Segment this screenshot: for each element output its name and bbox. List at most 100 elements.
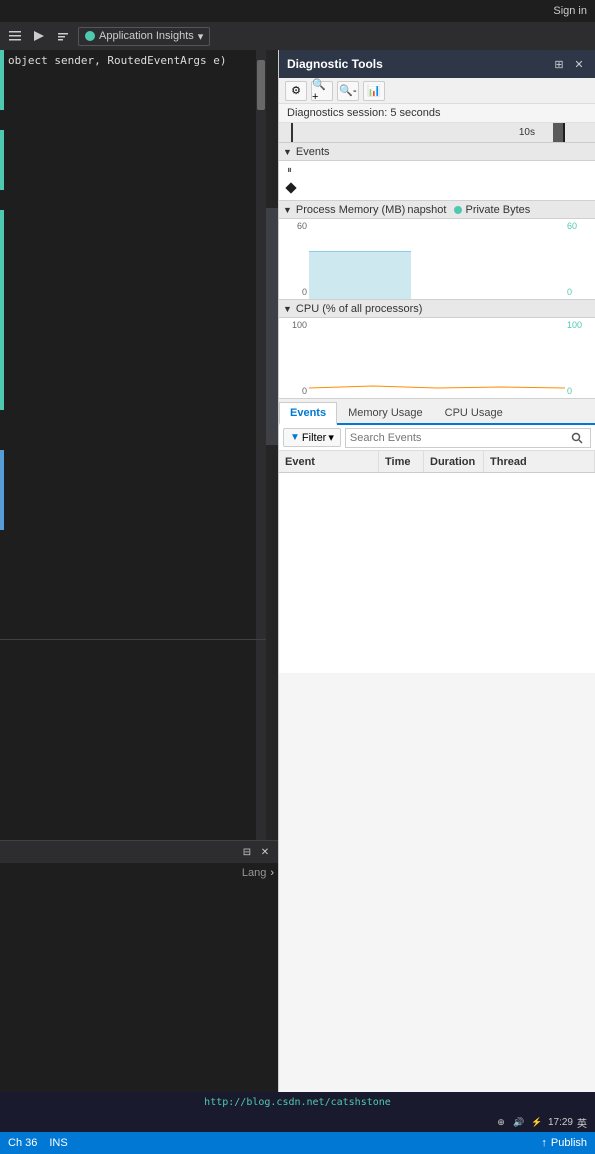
cpu-y-right: 100 0 (565, 318, 595, 398)
app-insights-dot (85, 31, 95, 41)
left-scrollbar[interactable] (256, 50, 266, 840)
taskbar-icon-battery: ⚡ (530, 1115, 544, 1129)
status-ch: Ch 36 (8, 1137, 37, 1149)
search-icon (571, 432, 583, 444)
publish-button[interactable]: ↑ Publish (541, 1137, 587, 1149)
bottom-panel-header: ⊟ ✕ (0, 841, 278, 863)
zoom-in-button[interactable]: 🔍+ (311, 81, 333, 101)
search-icon-button[interactable] (568, 429, 586, 447)
timeline-10s-label: 10s (519, 127, 535, 138)
timeline-start-tick (291, 123, 293, 142)
col-duration: Duration (424, 451, 484, 472)
memory-legend-container: Private Bytes (454, 204, 530, 216)
col-event: Event (279, 451, 379, 472)
app-insights-label: Application Insights (99, 30, 194, 42)
lang-arrow: › (270, 867, 274, 879)
search-input[interactable] (350, 432, 568, 444)
diag-toolbar: ⚙ 🔍+ 🔍- 📊 (279, 78, 595, 104)
memory-chart: 60 0 60 0 (279, 219, 595, 299)
events-row-1: ⏸ (279, 161, 595, 179)
memory-y-right: 60 0 (565, 219, 595, 299)
diag-session: Diagnostics session: 5 seconds (279, 104, 595, 123)
memory-max-right: 60 (567, 221, 593, 231)
cpu-collapse-arrow: ▼ (283, 304, 292, 314)
memory-section-header[interactable]: ▼ Process Memory (MB) napshot Private By… (279, 201, 595, 219)
tabs-bar: Events Memory Usage CPU Usage (279, 399, 595, 425)
events-chart: ⏸ (279, 161, 595, 201)
sign-in-button[interactable]: Sign in (553, 5, 587, 17)
menu-icon-3[interactable] (52, 25, 74, 47)
memory-min-right: 0 (567, 287, 593, 297)
taskbar-area: ⊕ 🔊 ⚡ 17:29 英 (0, 1112, 595, 1132)
diag-header: Diagnostic Tools ⊞ ✕ (279, 50, 595, 78)
status-right: ↑ Publish (541, 1137, 587, 1149)
events-row-2 (279, 179, 595, 197)
pause-icon: ⏸ (287, 165, 292, 176)
bottom-panel-header-icons: ⊟ ✕ (240, 845, 272, 859)
mini-map (266, 50, 278, 840)
memory-snapshot-label: napshot (407, 204, 446, 216)
search-box (345, 428, 591, 448)
indicator-green-bottom (0, 210, 4, 410)
events-section-header[interactable]: ▼ Events (279, 143, 595, 161)
main-area: object sender, RoutedEventArgs e) ⊟ ✕ (0, 50, 595, 1118)
cpu-chart-svg (309, 318, 565, 398)
indicator-blue (0, 450, 4, 530)
mini-map-highlight (266, 208, 278, 445)
cpu-label: CPU (% of all processors) (296, 303, 423, 315)
taskbar-icon-network: ⊕ (494, 1115, 508, 1129)
indicator-green-top (0, 50, 4, 110)
cpu-section: ▼ CPU (% of all processors) 100 0 100 0 (279, 300, 595, 399)
filter-icon: ▼ (290, 432, 300, 443)
tab-memory-usage[interactable]: Memory Usage (337, 402, 434, 423)
code-editor: object sender, RoutedEventArgs e) (0, 50, 278, 840)
time-display: 17:29 (548, 1117, 573, 1128)
events-diamond (285, 182, 296, 193)
cpu-max-right: 100 (567, 320, 593, 330)
cpu-y-left: 100 0 (279, 318, 309, 398)
menu-icon-2[interactable] (28, 25, 50, 47)
close-panel-icon[interactable]: ✕ (258, 845, 272, 859)
zoom-out-button[interactable]: 🔍- (337, 81, 359, 101)
app-insights-button[interactable]: Application Insights ▾ (78, 27, 210, 46)
memory-legend-label: Private Bytes (465, 204, 530, 216)
indicator-green-mid (0, 130, 4, 190)
session-text: Diagnostics session: 5 seconds (287, 107, 440, 119)
publish-label: Publish (551, 1137, 587, 1149)
timeline-bar: 10s (279, 123, 595, 143)
cpu-min-left: 0 (281, 386, 307, 396)
tab-events[interactable]: Events (279, 402, 337, 425)
pin-icon[interactable]: ⊟ (240, 845, 254, 859)
menu-icon-1[interactable] (4, 25, 26, 47)
chart-button[interactable]: 📊 (363, 81, 385, 101)
cpu-chart-plot (309, 318, 565, 398)
memory-legend-dot (454, 206, 462, 214)
settings-button[interactable]: ⚙ (285, 81, 307, 101)
watermark-bar: http://blog.csdn.net/catshstone (0, 1092, 595, 1112)
status-left: Ch 36 INS (8, 1137, 68, 1149)
events-label: Events (296, 146, 330, 158)
status-ins: INS (49, 1137, 67, 1149)
watermark-url: http://blog.csdn.net/catshstone (204, 1097, 391, 1108)
events-collapse-arrow: ▼ (283, 147, 292, 157)
cpu-min-right: 0 (567, 386, 593, 396)
cpu-chart: 100 0 100 0 (279, 318, 595, 398)
memory-fill (309, 251, 411, 299)
pin-diag-icon[interactable]: ⊞ (551, 56, 567, 72)
status-bar: Ch 36 INS ↑ Publish (0, 1132, 595, 1154)
diag-header-icons: ⊞ ✕ (551, 56, 587, 72)
col-time: Time (379, 451, 424, 472)
menu-bar: Application Insights ▾ (0, 22, 595, 50)
cpu-section-header[interactable]: ▼ CPU (% of all processors) (279, 300, 595, 318)
table-header: Event Time Duration Thread (279, 451, 595, 473)
memory-max-left: 60 (281, 221, 307, 231)
filter-button[interactable]: ▼ Filter ▾ (283, 428, 341, 447)
menu-icons (4, 25, 74, 47)
code-line-1: object sender, RoutedEventArgs e) (0, 52, 278, 68)
diag-title: Diagnostic Tools (287, 57, 383, 71)
bottom-content: Lang › (0, 863, 278, 883)
col-thread: Thread (484, 451, 595, 472)
tab-cpu-usage[interactable]: CPU Usage (434, 402, 514, 423)
taskbar-icon-sound: 🔊 (512, 1115, 526, 1129)
close-diag-icon[interactable]: ✕ (571, 56, 587, 72)
